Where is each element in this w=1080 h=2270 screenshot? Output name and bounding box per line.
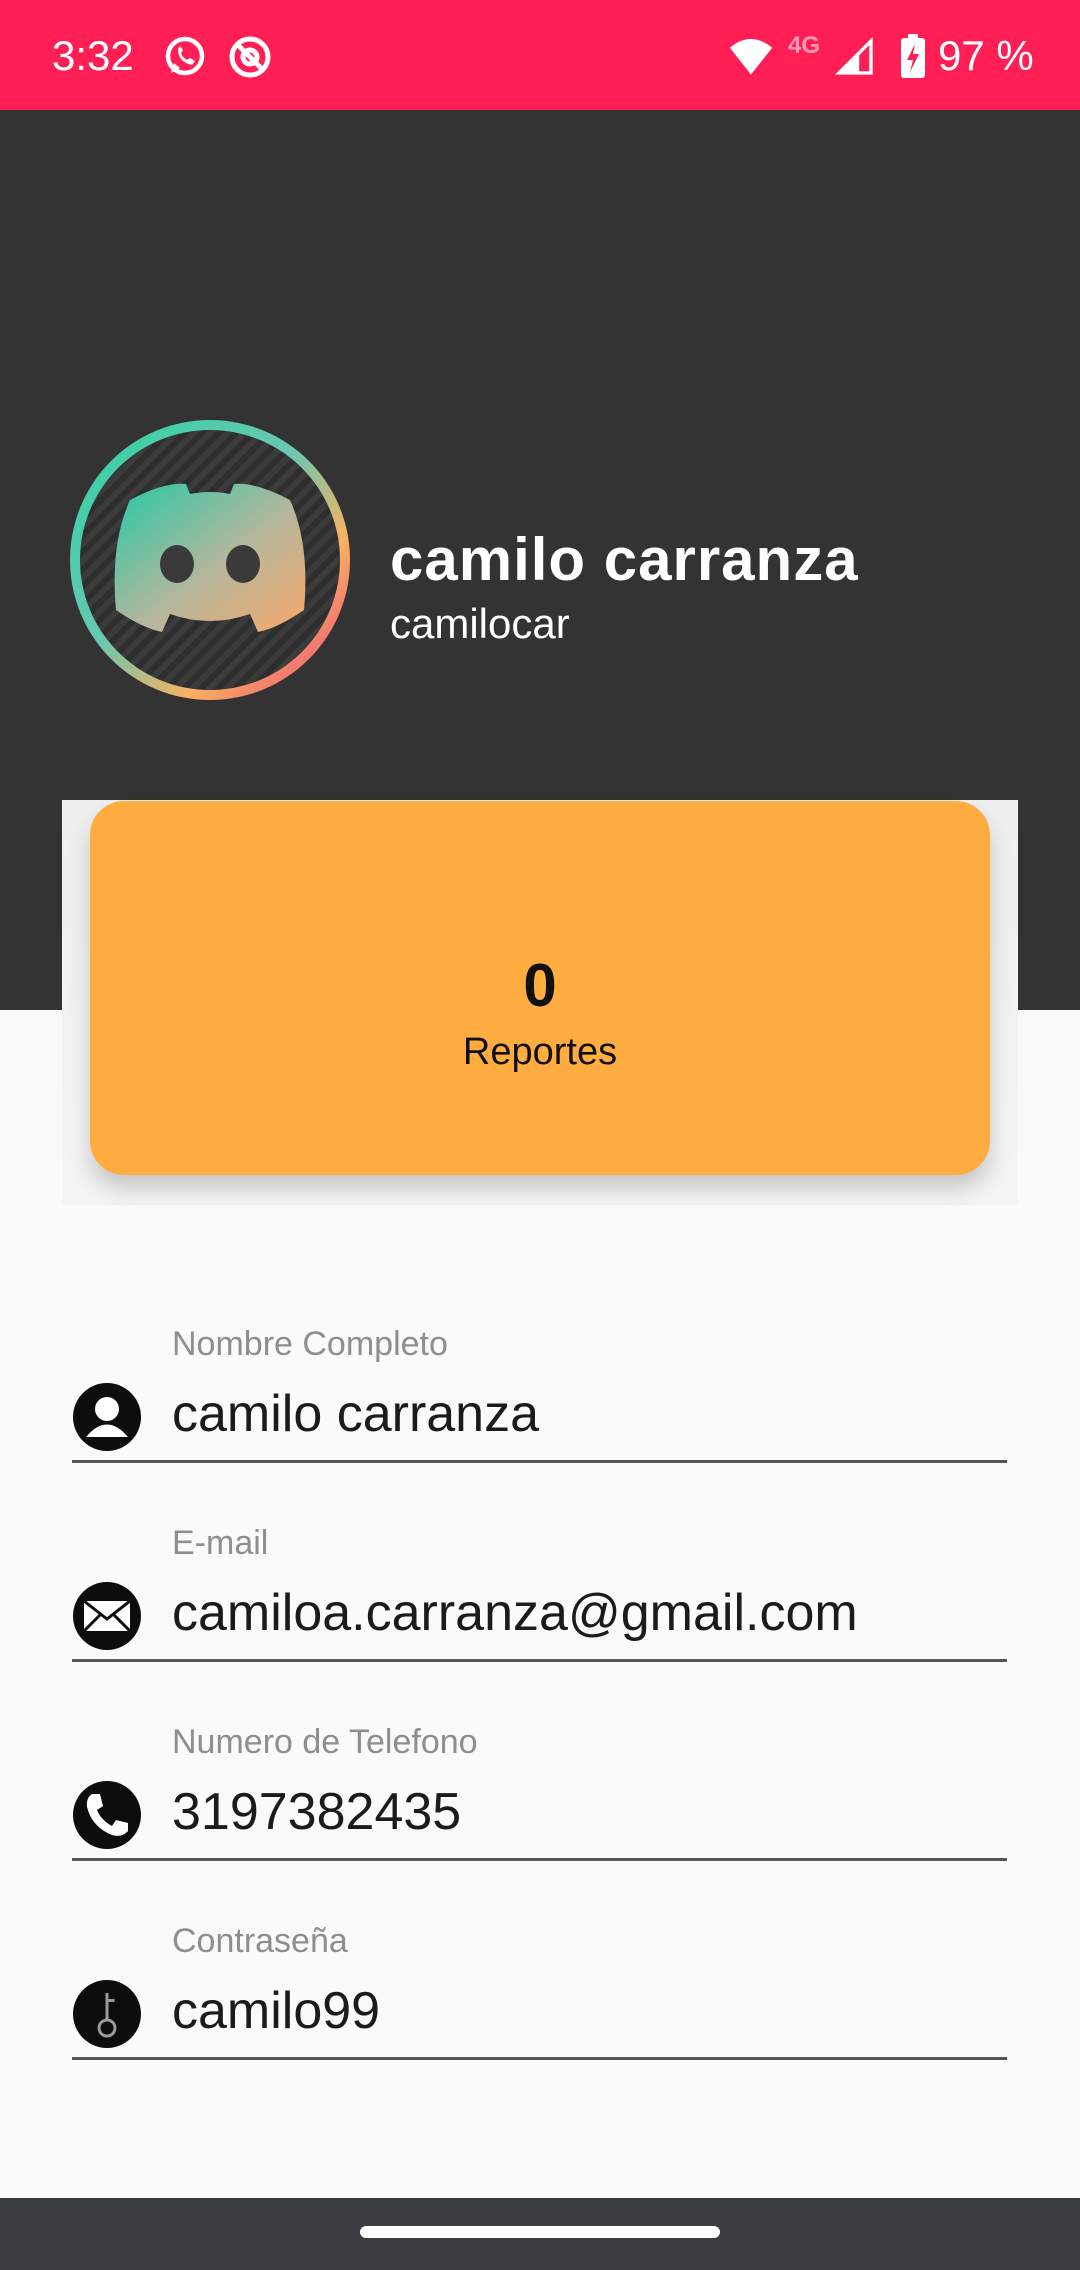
full-name-field[interactable]: Nombre Completo camilo carranza <box>72 1322 1007 1482</box>
phone-field[interactable]: Numero de Telefono 3197382435 <box>72 1720 1007 1880</box>
email-underline <box>72 1659 1007 1662</box>
status-time: 3:32 <box>52 32 134 79</box>
phone-value[interactable]: 3197382435 <box>172 1776 461 1848</box>
profile-username: camilocar <box>390 600 570 647</box>
navigation-bar <box>0 2198 1080 2270</box>
phone-underline <box>72 1858 1007 1861</box>
signal-icon <box>834 36 873 75</box>
discord-logo <box>114 483 306 632</box>
battery-charging-icon <box>901 34 925 78</box>
person-icon <box>73 1383 141 1451</box>
battery-percentage: 97 % <box>938 32 1034 79</box>
password-field[interactable]: Contraseña camilo99 <box>72 1919 1007 2079</box>
avatar[interactable] <box>64 414 356 706</box>
reports-count: 0 <box>523 952 557 1019</box>
status-bar: 3:32 4G 97 % <box>0 0 1080 110</box>
full-name-label: Nombre Completo <box>172 1325 448 1363</box>
envelope-icon <box>73 1582 141 1650</box>
password-underline <box>72 2057 1007 2060</box>
email-field[interactable]: E-mail camiloa.carranza@gmail.com <box>72 1521 1007 1681</box>
email-value[interactable]: camiloa.carranza@gmail.com <box>172 1577 858 1649</box>
full-name-value[interactable]: camilo carranza <box>172 1378 539 1450</box>
phone-label: Numero de Telefono <box>172 1723 478 1761</box>
reports-label: Reportes <box>462 1031 618 1073</box>
reports-card[interactable]: 0 Reportes <box>90 801 990 1175</box>
whatsapp-icon <box>165 36 205 76</box>
password-value[interactable]: camilo99 <box>172 1975 380 2047</box>
phone-icon <box>73 1781 141 1849</box>
home-gesture-handle[interactable] <box>360 2226 720 2238</box>
wifi-icon <box>729 39 773 75</box>
key-icon <box>73 1980 141 2048</box>
password-label: Contraseña <box>172 1922 348 1960</box>
profile-name: camilo carranza <box>390 526 859 593</box>
network-type: 4G <box>788 32 821 59</box>
full-name-underline <box>72 1460 1007 1463</box>
email-label: E-mail <box>172 1524 269 1562</box>
at-sign-icon <box>229 36 271 78</box>
